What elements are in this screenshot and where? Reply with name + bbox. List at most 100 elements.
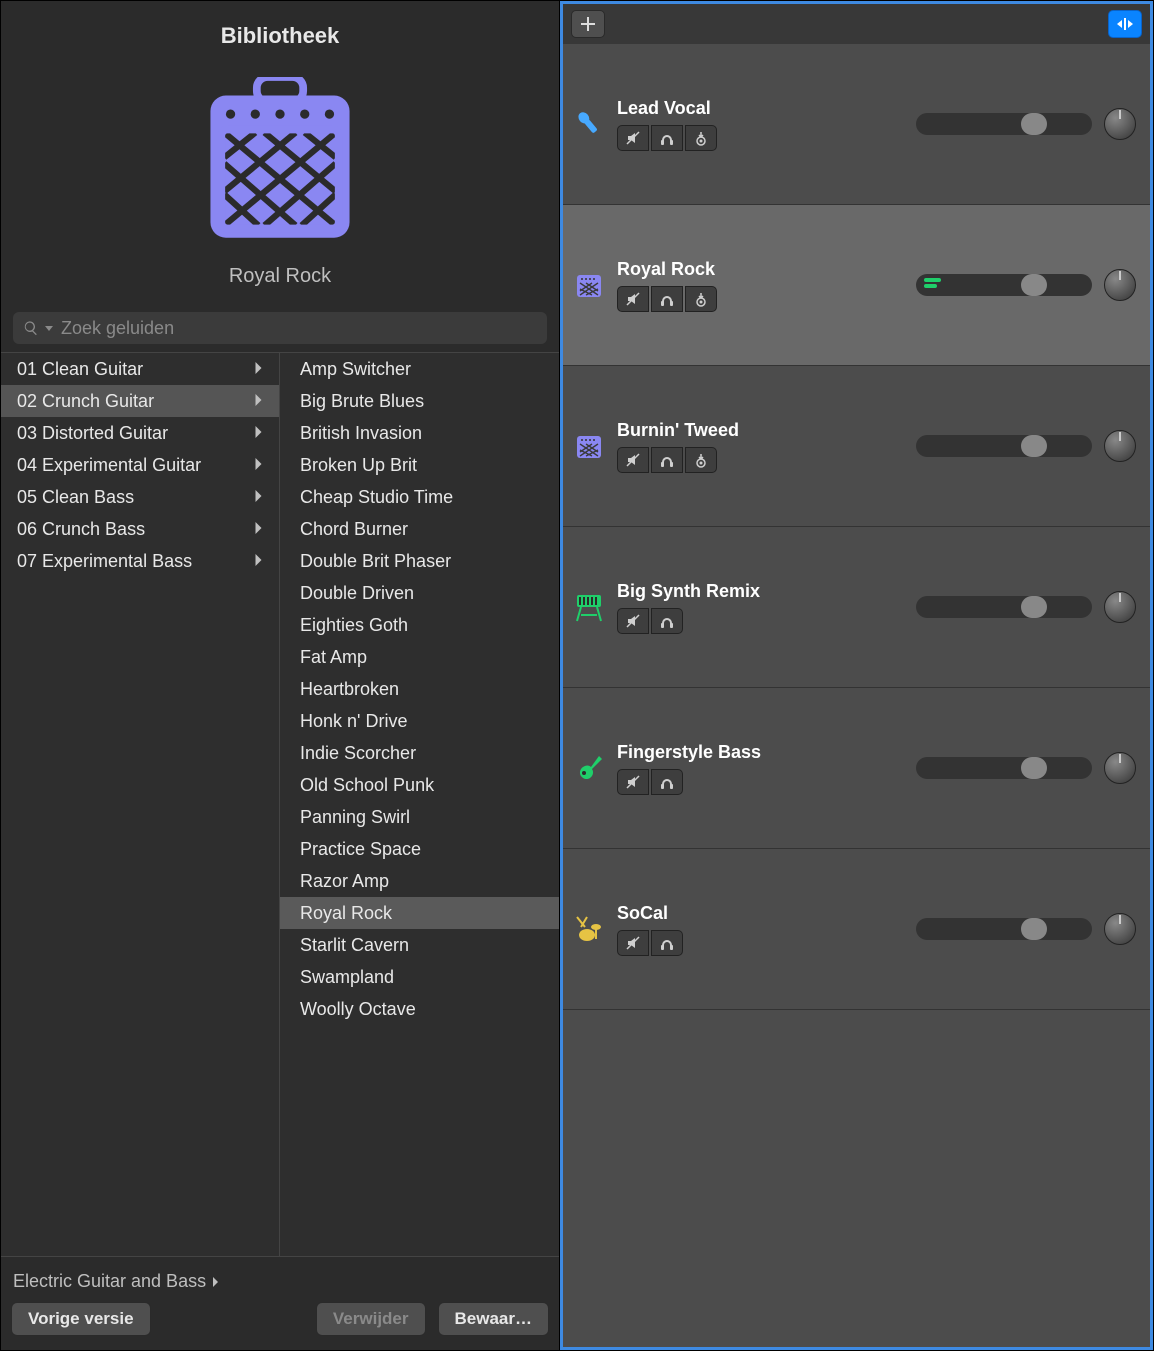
category-label: 07 Experimental Bass (17, 551, 254, 572)
amp-icon (571, 267, 607, 303)
track-row[interactable]: SoCal (563, 849, 1150, 1010)
track-row[interactable]: Royal Rock (563, 205, 1150, 366)
preset-row[interactable]: Old School Punk (280, 769, 559, 801)
volume-slider[interactable] (916, 596, 1092, 618)
preset-row[interactable]: Panning Swirl (280, 801, 559, 833)
solo-button[interactable] (651, 286, 683, 312)
catch-playhead-button[interactable] (1108, 10, 1142, 38)
category-row[interactable]: 06 Crunch Bass (1, 513, 279, 545)
volume-slider[interactable] (916, 757, 1092, 779)
category-label: 06 Crunch Bass (17, 519, 254, 540)
category-row[interactable]: 05 Clean Bass (1, 481, 279, 513)
preset-row[interactable]: Razor Amp (280, 865, 559, 897)
synth-icon (571, 589, 607, 625)
pan-knob[interactable] (1104, 913, 1136, 945)
track-row[interactable]: Lead Vocal (563, 44, 1150, 205)
chevron-right-icon (254, 455, 263, 476)
category-row[interactable]: 07 Experimental Bass (1, 545, 279, 577)
pan-knob[interactable] (1104, 430, 1136, 462)
mute-button[interactable] (617, 286, 649, 312)
preset-row[interactable]: Swampland (280, 961, 559, 993)
volume-slider[interactable] (916, 113, 1092, 135)
preset-row[interactable]: Cheap Studio Time (280, 481, 559, 513)
tracks-toolbar (563, 4, 1150, 44)
preset-row[interactable]: Broken Up Brit (280, 449, 559, 481)
preset-row[interactable]: Heartbroken (280, 673, 559, 705)
preset-list[interactable]: Amp SwitcherBig Brute BluesBritish Invas… (280, 353, 559, 1256)
category-row[interactable]: 04 Experimental Guitar (1, 449, 279, 481)
input-monitor-button[interactable] (685, 286, 717, 312)
input-monitor-button[interactable] (685, 447, 717, 473)
category-row[interactable]: 03 Distorted Guitar (1, 417, 279, 449)
pan-knob[interactable] (1104, 752, 1136, 784)
category-list[interactable]: 01 Clean Guitar 02 Crunch Guitar 03 Dist… (1, 353, 280, 1256)
pan-knob[interactable] (1104, 269, 1136, 301)
category-label: 01 Clean Guitar (17, 359, 254, 380)
add-track-button[interactable] (571, 10, 605, 38)
category-label: 04 Experimental Guitar (17, 455, 254, 476)
mute-button[interactable] (617, 769, 649, 795)
solo-button[interactable] (651, 930, 683, 956)
chevron-right-icon (254, 423, 263, 444)
preset-row[interactable]: British Invasion (280, 417, 559, 449)
library-footer: Electric Guitar and Bass Vorige versie V… (1, 1256, 559, 1350)
previous-version-button[interactable]: Vorige versie (11, 1302, 151, 1336)
track-name: Royal Rock (617, 259, 717, 280)
search-field[interactable] (13, 312, 547, 344)
pan-knob[interactable] (1104, 591, 1136, 623)
library-title: Bibliotheek (1, 1, 559, 59)
breadcrumb[interactable]: Electric Guitar and Bass (11, 1265, 549, 1302)
chevron-right-icon (212, 1276, 220, 1288)
category-label: 05 Clean Bass (17, 487, 254, 508)
preset-row[interactable]: Fat Amp (280, 641, 559, 673)
search-input[interactable] (59, 317, 537, 340)
preset-row[interactable]: Indie Scorcher (280, 737, 559, 769)
preset-row[interactable]: Woolly Octave (280, 993, 559, 1025)
track-name: SoCal (617, 903, 683, 924)
track-row[interactable]: Burnin' Tweed (563, 366, 1150, 527)
preset-row[interactable]: Chord Burner (280, 513, 559, 545)
chevron-right-icon (254, 391, 263, 412)
preset-row[interactable]: Eighties Goth (280, 609, 559, 641)
preset-preview: Royal Rock (1, 59, 559, 302)
mute-button[interactable] (617, 447, 649, 473)
track-name: Fingerstyle Bass (617, 742, 761, 763)
preset-row[interactable]: Big Brute Blues (280, 385, 559, 417)
chevron-right-icon (254, 487, 263, 508)
mute-button[interactable] (617, 608, 649, 634)
preset-row[interactable]: Starlit Cavern (280, 929, 559, 961)
input-monitor-button[interactable] (685, 125, 717, 151)
guitar-icon (571, 750, 607, 786)
solo-button[interactable] (651, 608, 683, 634)
preset-row[interactable]: Amp Switcher (280, 353, 559, 385)
solo-button[interactable] (651, 125, 683, 151)
library-panel: Bibliotheek (1, 1, 560, 1350)
tracks-panel: Lead Vocal Royal Rock (560, 1, 1153, 1350)
track-row[interactable]: Fingerstyle Bass (563, 688, 1150, 849)
volume-slider[interactable] (916, 918, 1092, 940)
track-row[interactable]: Big Synth Remix (563, 527, 1150, 688)
drums-icon (571, 911, 607, 947)
search-filter-caret-icon[interactable] (45, 326, 53, 331)
preset-row[interactable]: Double Driven (280, 577, 559, 609)
track-name: Burnin' Tweed (617, 420, 739, 441)
preset-row[interactable]: Practice Space (280, 833, 559, 865)
pan-knob[interactable] (1104, 108, 1136, 140)
save-button[interactable]: Bewaar… (438, 1302, 549, 1336)
volume-slider[interactable] (916, 435, 1092, 457)
mute-button[interactable] (617, 125, 649, 151)
solo-button[interactable] (651, 769, 683, 795)
mute-button[interactable] (617, 930, 649, 956)
playhead-catch-icon (1116, 17, 1134, 31)
preset-row[interactable]: Honk n' Drive (280, 705, 559, 737)
preset-row[interactable]: Royal Rock (280, 897, 559, 929)
category-label: 02 Crunch Guitar (17, 391, 254, 412)
track-name: Lead Vocal (617, 98, 717, 119)
preset-row[interactable]: Double Brit Phaser (280, 545, 559, 577)
solo-button[interactable] (651, 447, 683, 473)
delete-button[interactable]: Verwijder (316, 1302, 426, 1336)
plus-icon (581, 17, 595, 31)
category-row[interactable]: 02 Crunch Guitar (1, 385, 279, 417)
category-row[interactable]: 01 Clean Guitar (1, 353, 279, 385)
volume-slider[interactable] (916, 274, 1092, 296)
